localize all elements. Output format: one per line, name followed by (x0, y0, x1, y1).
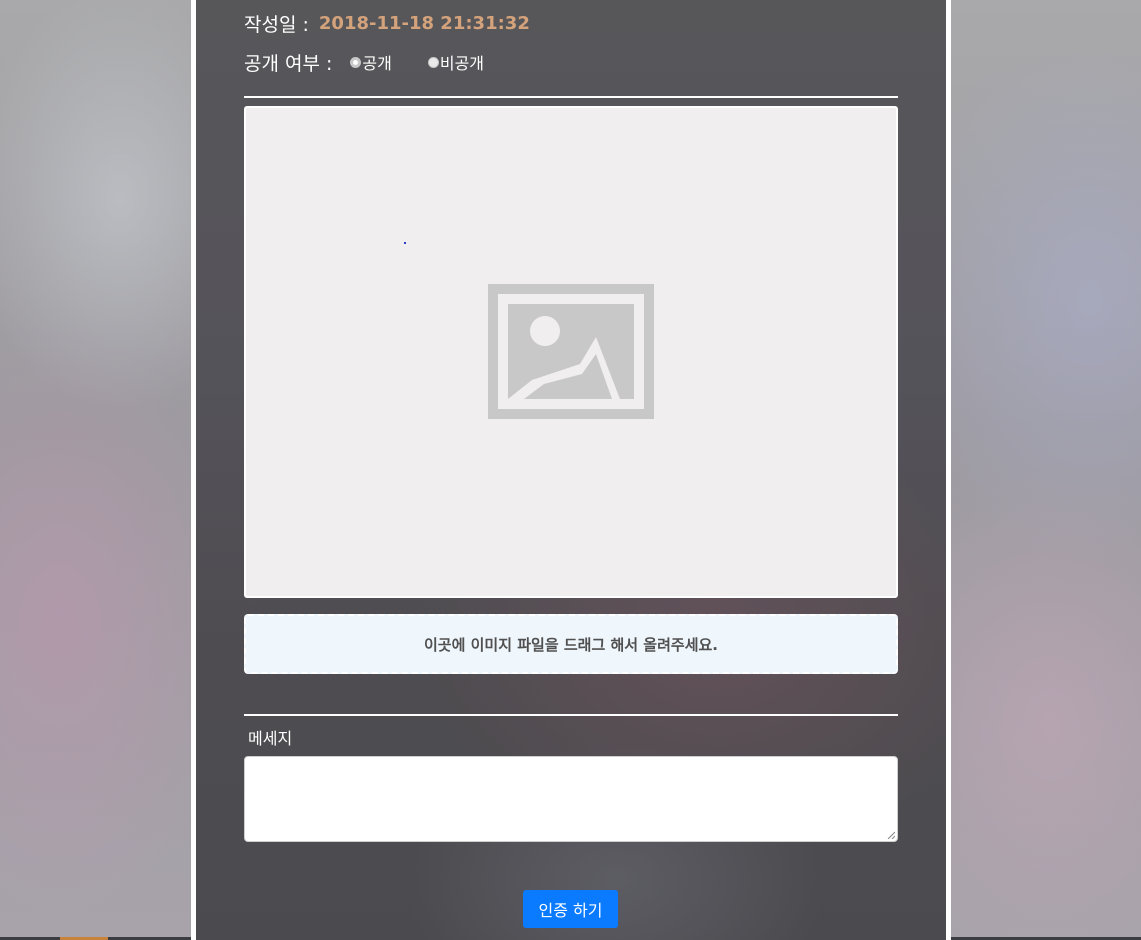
message-label: 메세지 (248, 729, 293, 748)
message-textarea[interactable] (244, 756, 898, 842)
radio-public[interactable]: 공개 (350, 50, 392, 74)
visibility-label: 공개 여부 : (244, 52, 333, 75)
image-preview (244, 106, 898, 598)
image-placeholder-icon (488, 284, 654, 419)
dropzone-text: 이곳에 이미지 파일을 드래그 해서 올려주세요. (423, 635, 718, 654)
stray-dot (404, 242, 406, 244)
main-panel: 작성일 : 2018-11-18 21:31:32 공개 여부 : 공개 비공개 (191, 0, 951, 940)
visibility-row: 공개 여부 : 공개 비공개 (244, 48, 484, 76)
date-row: 작성일 : 2018-11-18 21:31:32 (244, 9, 530, 37)
submit-button[interactable]: 인증 하기 (523, 890, 618, 928)
radio-public-button[interactable] (350, 56, 362, 68)
date-label: 작성일 : (244, 13, 309, 36)
resize-grip-icon[interactable] (887, 831, 895, 839)
radio-public-label: 공개 (362, 54, 392, 73)
divider-top (244, 96, 898, 98)
radio-private-button[interactable] (427, 56, 439, 68)
date-value: 2018-11-18 21:31:32 (318, 12, 530, 34)
radio-private-label: 비공개 (439, 54, 485, 73)
divider-bottom (244, 714, 898, 716)
radio-private[interactable]: 비공개 (427, 50, 485, 74)
image-dropzone[interactable]: 이곳에 이미지 파일을 드래그 해서 올려주세요. (244, 614, 898, 674)
